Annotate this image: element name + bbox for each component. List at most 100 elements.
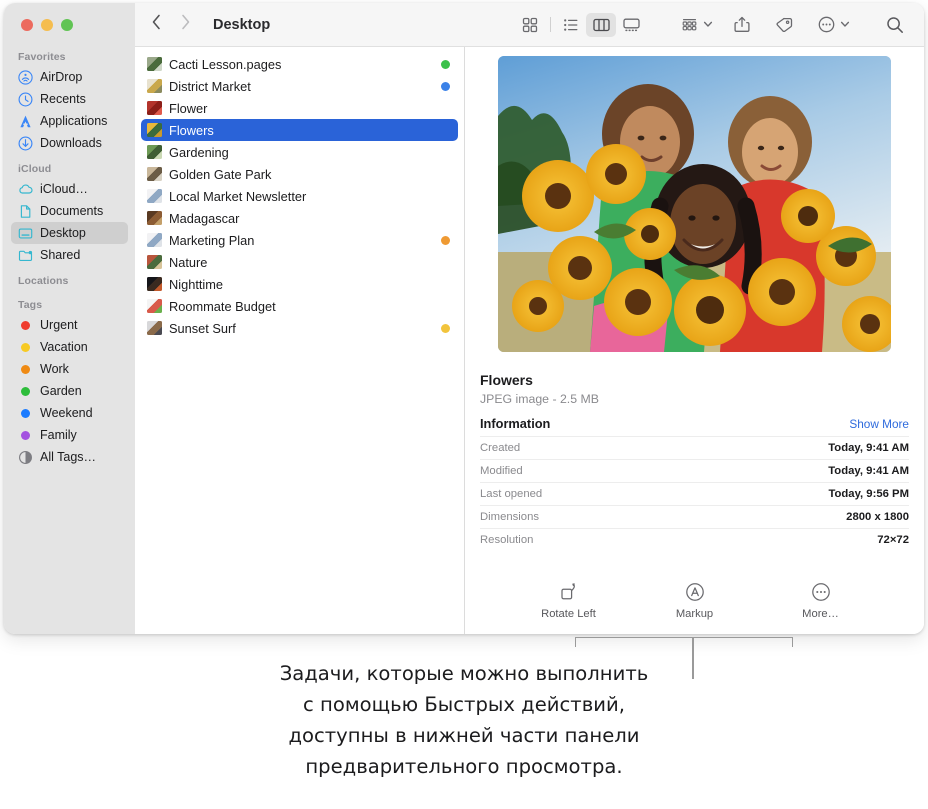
zoom-button[interactable] [61,19,73,31]
file-thumbnail-icon [147,233,162,247]
file-row[interactable]: Flowers [141,119,458,141]
minimize-button[interactable] [41,19,53,31]
file-row[interactable]: Roommate Budget [141,295,458,317]
info-row-label: Created [480,442,521,454]
more-actions-control[interactable] [811,13,852,37]
grid-icon [522,17,538,32]
quick-action-markup[interactable]: Markup [656,581,734,620]
info-row-value: 72×72 [877,534,909,546]
file-thumbnail-icon [147,123,162,137]
file-name: Flower [169,100,208,116]
sidebar-item-vacation[interactable]: Vacation [11,336,128,358]
tag-color-dot [21,430,30,440]
sidebar-item-label: Work [40,362,69,376]
sidebar-item-label: All Tags… [40,450,97,464]
file-row[interactable]: Nighttime [141,273,458,295]
file-thumbnail-icon [147,145,162,159]
file-tag-dot [441,235,450,245]
file-thumbnail-icon [147,321,162,335]
sidebar-item-icloud[interactable]: iCloud… [11,178,128,200]
sidebar-item-downloads[interactable]: Downloads [11,132,128,154]
sidebar-item-desktop[interactable]: Desktop [11,222,128,244]
search-button[interactable] [880,13,910,37]
sidebar-item-label: AirDrop [40,70,83,84]
forward-button[interactable] [180,13,191,36]
caption-line: доступны в нижней части панели [288,724,640,747]
close-button[interactable] [21,19,33,31]
file-thumbnail-icon [147,277,162,291]
tag-color-dot [21,364,30,374]
file-row[interactable]: Local Market Newsletter [141,185,458,207]
breadcrumb[interactable]: Desktop [213,17,270,33]
sidebar-section-title: Favorites [18,51,66,63]
info-row-label: Dimensions [480,511,540,523]
sidebar-item-label: Shared [40,248,81,262]
sidebar-item-urgent[interactable]: Urgent [11,314,128,336]
file-thumbnail-icon [147,167,162,181]
file-row[interactable]: Gardening [141,141,458,163]
chevron-down-icon [840,21,850,27]
file-row[interactable]: Marketing Plan [141,229,458,251]
file-tag-dot [441,81,450,91]
cloud-icon [18,182,33,197]
icon-view-button[interactable] [515,13,545,37]
more-actions-button[interactable] [811,13,841,37]
sunflowers-photo [498,56,891,352]
download-icon [18,136,33,151]
tags-button[interactable] [769,13,799,37]
file-row[interactable]: District Market [141,75,458,97]
tag-dot [18,362,33,377]
sidebar-item-shared[interactable]: Shared [11,244,128,266]
show-more-link[interactable]: Show More [849,417,909,431]
markup-icon [685,582,704,601]
group-by-control[interactable] [674,13,715,37]
file-list-column[interactable]: Cacti Lesson.pages District Market Flower F… [135,47,465,634]
group-by-button[interactable] [674,13,704,37]
file-row[interactable]: Cacti Lesson.pages [141,53,458,75]
sidebar-section-title: iCloud [18,163,52,175]
sidebar-item-label: Vacation [40,340,88,354]
column-view-button[interactable] [586,12,616,37]
file-name: Madagascar [169,210,240,226]
gallery-view-button[interactable] [616,13,646,37]
quick-action-rotate-left[interactable]: Rotate Left [530,581,608,620]
group-by-caret[interactable] [703,16,713,34]
quick-action-label: Rotate Left [541,608,596,620]
sidebar-item-label: iCloud… [40,182,88,196]
finder-window: Favorites AirDrop Recents Applications D… [4,3,924,634]
file-row[interactable]: Nature [141,251,458,273]
sidebar-item-label: Recents [40,92,86,106]
file-row[interactable]: Flower [141,97,458,119]
toolbar: Desktop [135,3,924,47]
sidebar-item-applications[interactable]: Applications [11,110,128,132]
info-row-value: 2800 x 1800 [846,511,909,523]
more-actions-caret[interactable] [840,16,850,34]
file-row[interactable]: Sunset Surf [141,317,458,339]
sidebar-item-weekend[interactable]: Weekend [11,402,128,424]
tag-dot [18,406,33,421]
list-view-button[interactable] [556,13,586,37]
back-button[interactable] [151,13,162,36]
information-rows: Created Today, 9:41 AM Modified Today, 9:41… [480,436,909,551]
sidebar-item-work[interactable]: Work [11,358,128,380]
sidebar-item-garden[interactable]: Garden [11,380,128,402]
sidebar-item-airdrop[interactable]: AirDrop [11,66,128,88]
sidebar-item-all-tags[interactable]: All Tags… [11,446,128,468]
share-button[interactable] [727,13,757,37]
file-thumbnail-icon [147,57,162,71]
quick-action-more-circle[interactable]: More… [782,581,860,620]
preview-image[interactable] [498,56,891,352]
sidebar-item-recents[interactable]: Recents [11,88,128,110]
sidebar-item-label: Applications [40,114,108,128]
browser-columns: Cacti Lesson.pages District Market Flower F… [135,47,924,634]
more-circle-icon [811,582,830,601]
sidebar-item-family[interactable]: Family [11,424,128,446]
share-icon [734,16,750,32]
file-name: Nature [169,254,208,270]
preview-title: Flowers [480,372,533,388]
sidebar-item-documents[interactable]: Documents [11,200,128,222]
file-row[interactable]: Golden Gate Park [141,163,458,185]
markup-icon [685,581,705,602]
file-row[interactable]: Madagascar [141,207,458,229]
sidebar-item-label: Documents [40,204,104,218]
